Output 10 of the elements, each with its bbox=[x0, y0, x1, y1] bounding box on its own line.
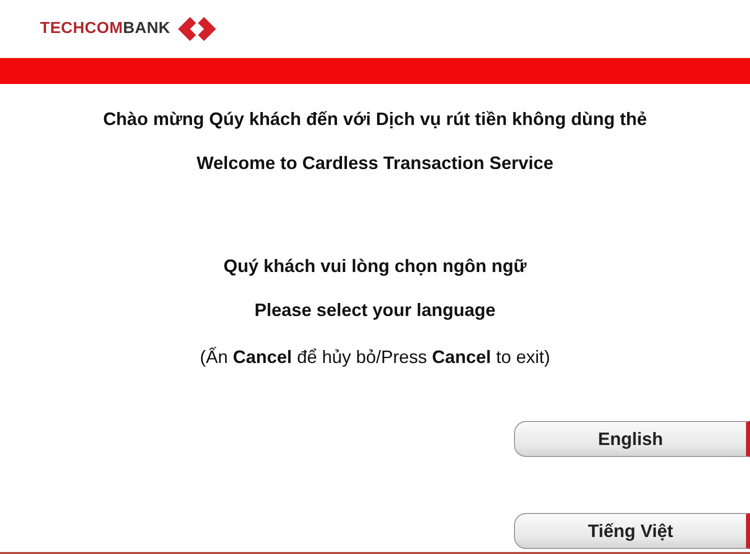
language-prompt: Please select your language bbox=[254, 299, 496, 322]
language-button[interactable]: English bbox=[514, 421, 750, 457]
cancel-instruction: (Ấn Cancel để hủy bỏ/Press Cancel to exit) bbox=[200, 346, 550, 369]
welcome-text: Chào mừng Qúy khách đến với Dịch vụ rút tiền không dùng thẻ bbox=[103, 108, 647, 131]
logo-text: TECHCOM bbox=[40, 20, 123, 37]
logo-icon bbox=[178, 17, 216, 41]
language-prompt: Quý khách vui lòng chọn ngôn ngữ bbox=[223, 255, 527, 278]
logo-text: BANK bbox=[122, 20, 170, 37]
language-button[interactable]: Tiếng Việt bbox=[514, 513, 750, 549]
welcome-text: Welcome to Cardless Transaction Service bbox=[196, 152, 554, 175]
